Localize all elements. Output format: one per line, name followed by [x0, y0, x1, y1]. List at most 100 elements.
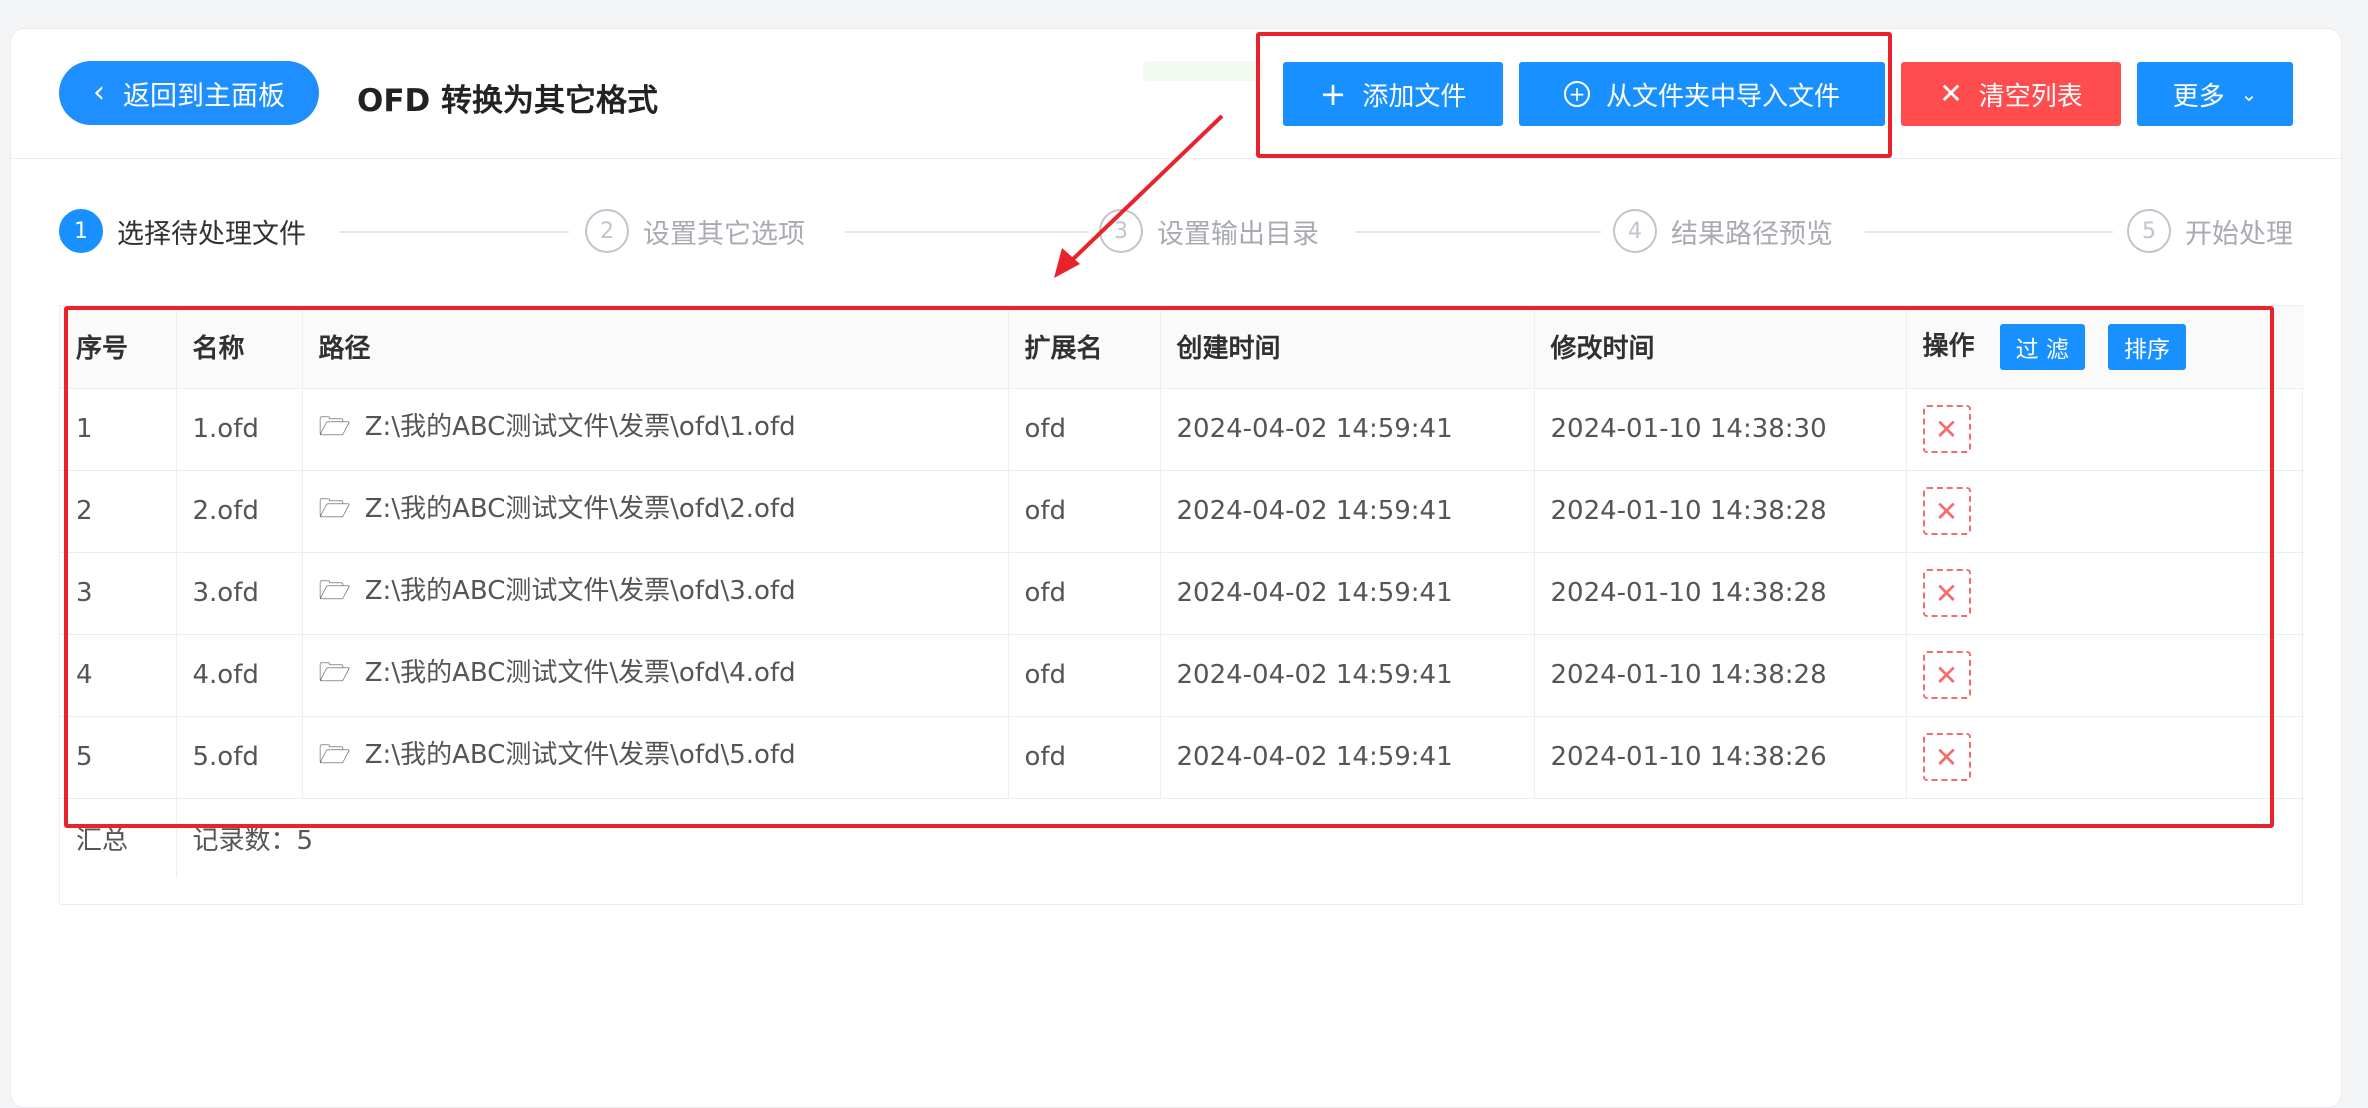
table-row[interactable]: 1 1.ofd 🗁 Z:\我的ABC测试文件\发票\ofd\1.ofd ofd 2… [60, 388, 2304, 471]
chevron-down-icon: ⌄ [2240, 82, 2258, 106]
cell-name: 5.ofd [176, 716, 303, 799]
cell-ops: ✕ [1906, 716, 2304, 799]
cell-ops: ✕ [1906, 388, 2304, 471]
cell-index: 5 [60, 716, 177, 799]
delete-row-button[interactable]: ✕ [1922, 487, 1971, 535]
col-created[interactable]: 创建时间 [1160, 306, 1535, 389]
cell-name: 4.ofd [176, 634, 303, 717]
cell-ext: ofd [1008, 716, 1161, 799]
step-connector [1865, 231, 2113, 233]
table-row[interactable]: 3 3.ofd 🗁 Z:\我的ABC测试文件\发票\ofd\3.ofd ofd 2… [60, 552, 2304, 635]
more-label: 更多 [2172, 81, 2225, 112]
cell-created: 2024-04-02 14:59:41 [1160, 552, 1535, 635]
close-icon: ✕ [1934, 740, 1959, 774]
file-table: 序号 名称 路径 扩展名 创建时间 修改时间 操作 过 滤 排序 1 1.ofd [59, 305, 2304, 905]
step-label: 设置输出目录 [1157, 218, 1319, 250]
folder-open-icon[interactable]: 🗁 [319, 736, 351, 780]
cell-name: 3.ofd [176, 552, 303, 635]
delete-row-button[interactable]: ✕ [1922, 405, 1971, 453]
cell-created: 2024-04-02 14:59:41 [1160, 716, 1535, 799]
close-icon: ✕ [1934, 658, 1959, 692]
step-2[interactable]: 2 设置其它选项 [585, 209, 805, 253]
clear-list-button[interactable]: ✕ 清空列表 [1901, 62, 2121, 126]
close-icon: ✕ [1939, 77, 1963, 110]
main-card: ‹ 返回到主面板 OFD 转换为其它格式 + 添加文件 + 从文件夹中导入文件 … [10, 28, 2342, 1108]
cell-index: 2 [60, 470, 177, 553]
cell-path: 🗁 Z:\我的ABC测试文件\发票\ofd\2.ofd [302, 470, 1009, 553]
cell-path: 🗁 Z:\我的ABC测试文件\发票\ofd\1.ofd [302, 388, 1009, 471]
cell-ext: ofd [1008, 634, 1161, 717]
filter-button[interactable]: 过 滤 [1999, 323, 2085, 370]
cell-modified: 2024-01-10 14:38:30 [1534, 388, 1907, 471]
cell-path: 🗁 Z:\我的ABC测试文件\发票\ofd\4.ofd [302, 634, 1009, 717]
circle-plus-icon: + [1563, 81, 1590, 107]
step-number: 4 [1613, 209, 1657, 253]
step-number: 3 [1099, 209, 1143, 253]
step-label: 选择待处理文件 [117, 218, 306, 250]
sort-button[interactable]: 排序 [2107, 323, 2186, 370]
table-row[interactable]: 2 2.ofd 🗁 Z:\我的ABC测试文件\发票\ofd\2.ofd ofd 2… [60, 470, 2304, 553]
path-text: Z:\我的ABC测试文件\发票\ofd\5.ofd [364, 740, 796, 770]
step-5[interactable]: 5 开始处理 [2127, 209, 2293, 253]
clear-list-label: 清空列表 [1978, 81, 2083, 112]
cell-ops: ✕ [1906, 470, 2304, 553]
step-number: 2 [585, 209, 629, 253]
folder-open-icon[interactable]: 🗁 [319, 490, 351, 534]
col-ext[interactable]: 扩展名 [1008, 306, 1161, 389]
step-1[interactable]: 1 选择待处理文件 [59, 209, 306, 253]
summary-label: 汇总 [60, 798, 177, 878]
col-modified[interactable]: 修改时间 [1534, 306, 1907, 389]
cell-modified: 2024-01-10 14:38:26 [1534, 716, 1907, 799]
cell-name: 1.ofd [176, 388, 303, 471]
summary-text: 记录数：5 [192, 825, 314, 856]
step-3[interactable]: 3 设置输出目录 [1099, 209, 1319, 253]
cell-path: 🗁 Z:\我的ABC测试文件\发票\ofd\5.ofd [302, 716, 1009, 799]
back-button-label: 返回到主面板 [123, 80, 285, 112]
add-file-button[interactable]: + 添加文件 [1283, 62, 1503, 126]
close-icon: ✕ [1934, 412, 1959, 446]
add-file-label: 添加文件 [1362, 81, 1467, 112]
cell-created: 2024-04-02 14:59:41 [1160, 388, 1535, 471]
plus-icon: + [1319, 75, 1347, 113]
cell-modified: 2024-01-10 14:38:28 [1534, 634, 1907, 717]
folder-open-icon[interactable]: 🗁 [319, 572, 351, 616]
import-folder-label: 从文件夹中导入文件 [1605, 81, 1840, 112]
folder-open-icon[interactable]: 🗁 [319, 654, 351, 698]
col-name[interactable]: 名称 [176, 306, 303, 389]
cell-ops: ✕ [1906, 634, 2304, 717]
back-to-dashboard-button[interactable]: ‹ 返回到主面板 [59, 61, 319, 125]
chevron-left-icon: ‹ [93, 75, 105, 110]
col-path[interactable]: 路径 [302, 306, 1009, 389]
step-label: 开始处理 [2185, 218, 2293, 250]
table-header-row: 序号 名称 路径 扩展名 创建时间 修改时间 操作 过 滤 排序 [60, 306, 2304, 389]
close-icon: ✕ [1934, 576, 1959, 610]
delete-row-button[interactable]: ✕ [1922, 733, 1971, 781]
col-ops: 操作 过 滤 排序 [1906, 306, 2304, 389]
path-text: Z:\我的ABC测试文件\发票\ofd\1.ofd [364, 412, 796, 442]
cell-ext: ofd [1008, 388, 1161, 471]
cell-created: 2024-04-02 14:59:41 [1160, 634, 1535, 717]
delete-row-button[interactable]: ✕ [1922, 569, 1971, 617]
cell-created: 2024-04-02 14:59:41 [1160, 470, 1535, 553]
close-icon: ✕ [1934, 494, 1959, 528]
cell-ext: ofd [1008, 470, 1161, 553]
path-text: Z:\我的ABC测试文件\发票\ofd\2.ofd [364, 494, 796, 524]
cell-ops: ✕ [1906, 552, 2304, 635]
path-text: Z:\我的ABC测试文件\发票\ofd\4.ofd [364, 658, 796, 688]
table-row[interactable]: 4 4.ofd 🗁 Z:\我的ABC测试文件\发票\ofd\4.ofd ofd 2… [60, 634, 2304, 717]
cell-index: 3 [60, 552, 177, 635]
import-folder-button[interactable]: + 从文件夹中导入文件 [1519, 62, 1885, 126]
step-label: 设置其它选项 [643, 218, 805, 250]
cell-name: 2.ofd [176, 470, 303, 553]
steps-bar: 1 选择待处理文件 2 设置其它选项 3 设置输出目录 4 结果路径预览 5 开… [59, 209, 2299, 263]
cell-path: 🗁 Z:\我的ABC测试文件\发票\ofd\3.ofd [302, 552, 1009, 635]
cell-ext: ofd [1008, 552, 1161, 635]
folder-open-icon[interactable]: 🗁 [319, 408, 351, 452]
col-index[interactable]: 序号 [60, 306, 177, 389]
more-button[interactable]: 更多 ⌄ [2137, 62, 2293, 126]
delete-row-button[interactable]: ✕ [1922, 651, 1971, 699]
cell-index: 1 [60, 388, 177, 471]
table-row[interactable]: 5 5.ofd 🗁 Z:\我的ABC测试文件\发票\ofd\5.ofd ofd 2… [60, 716, 2304, 799]
step-connector [1355, 231, 1601, 233]
step-4[interactable]: 4 结果路径预览 [1613, 209, 1833, 253]
